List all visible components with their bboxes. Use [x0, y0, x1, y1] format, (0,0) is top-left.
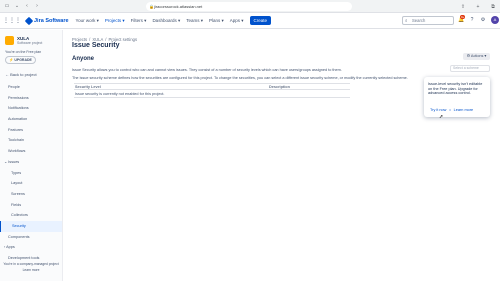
project-avatar [5, 36, 14, 45]
sidebar-item-workflows[interactable]: Workflows [0, 146, 62, 157]
top-right-actions: 🔔 9+ ? ⚙ A [458, 15, 499, 24]
mouse-cursor-icon: ➚ [439, 114, 444, 120]
sidebar-item-issues[interactable]: ⌄ Issues [0, 157, 62, 168]
url-bar[interactable]: 🔒 jiracorssurock.atlassian.net [146, 2, 352, 11]
popup-learn-more-link[interactable]: Learn more [454, 108, 473, 112]
sidebar-item-features[interactable]: Features [0, 125, 62, 136]
sidebar-item-people[interactable]: People [0, 82, 62, 93]
actions-label: Actions ▾ [470, 54, 487, 58]
sidebar-item-components[interactable]: Components [0, 232, 62, 243]
actions-button[interactable]: ⚙ Actions ▾ [463, 53, 490, 60]
sidebar-icon[interactable]: ▭ [4, 3, 10, 9]
notification-count: 9+ [460, 15, 466, 19]
table-row: Issue security is currently not enabled … [74, 90, 350, 98]
select-scheme-dropdown[interactable]: Select a scheme [450, 65, 490, 72]
forward-icon[interactable]: › [34, 3, 40, 9]
sidebar-item-apps[interactable]: › Apps [0, 242, 62, 253]
notifications-icon[interactable]: 🔔 9+ [458, 15, 466, 23]
help-icon[interactable]: ? [469, 17, 475, 23]
security-levels-table: Security Level Description Issue securit… [74, 83, 350, 98]
add-tab-icon[interactable]: + [475, 4, 481, 10]
browser-toolbar: ▭ ⌄ ‹ › ◐ 🔒 jiracorssurock.atlassian.net… [0, 0, 500, 13]
sidebar-item-types[interactable]: Types [0, 168, 62, 179]
dot-separator: • [449, 108, 451, 112]
popup-links: Try it now • Learn more [430, 108, 473, 112]
app-switcher-icon[interactable]: ⋮⋮⋮ [3, 17, 21, 24]
tab-icon[interactable]: ⌄ [14, 3, 20, 9]
sidebar-item-collectors[interactable]: Collectors [0, 210, 62, 221]
nav-teams[interactable]: Teams ▾ [186, 18, 203, 24]
lock-icon: 🔒 [149, 4, 154, 9]
jira-mark-icon [24, 16, 34, 25]
sidebar-item-permissions[interactable]: Permissions [0, 93, 62, 104]
description-text: Issue Security allows you to control who… [72, 68, 342, 72]
browser-right-controls: ⇧ + ⧉ [456, 0, 496, 13]
free-plan-text: You're on the Free plan [5, 50, 42, 54]
sidebar-item-fields[interactable]: Fields [0, 200, 62, 211]
popup-text: Issue-level security isn't editable on t… [428, 82, 483, 96]
search-input[interactable]: ⌕ Search [402, 16, 454, 25]
scheme-description-text: The issue security scheme defines how th… [72, 76, 408, 80]
upgrade-button[interactable]: ⚡ UPGRADE [5, 56, 36, 64]
nav-your-work[interactable]: Your work ▾ [76, 18, 99, 24]
sidebar-item-security[interactable]: Security [0, 220, 62, 232]
sidebar-footer: You're in a company-managed project Lear… [0, 262, 62, 272]
sidebar-item-toolchain[interactable]: Toolchain [0, 135, 62, 146]
sidebar-item-screens[interactable]: Screens [0, 189, 62, 200]
search-icon: ⌕ [405, 18, 408, 23]
settings-nav: People Permissions Notifications Automat… [0, 82, 62, 264]
upgrade-popup: Issue-level security isn't editable on t… [424, 77, 490, 117]
create-button[interactable]: Create [249, 16, 272, 25]
project-type: Software project [17, 41, 43, 45]
jira-top-nav: ⋮⋮⋮ Jira Software Your work ▾ Projects ▾… [0, 13, 500, 29]
tabs-icon[interactable]: ⧉ [490, 4, 496, 10]
try-it-now-link[interactable]: Try it now [430, 108, 446, 112]
project-sidebar: XULA Software project You're on the Free… [0, 30, 63, 281]
nav-filters[interactable]: Filters ▾ [131, 18, 147, 24]
nav-projects[interactable]: Projects ▾ [105, 18, 125, 24]
col-description: Description [269, 85, 290, 89]
scheme-name: Anyone [72, 56, 95, 62]
upgrade-label: UPGRADE [14, 58, 32, 62]
settings-icon[interactable]: ⚙ [480, 17, 486, 23]
user-avatar[interactable]: A [491, 16, 499, 24]
url-text: jiracorssurock.atlassian.net [154, 4, 203, 9]
sidebar-item-automation[interactable]: Automation [0, 114, 62, 125]
sidebar-item-layout[interactable]: Layout [0, 178, 62, 189]
brand-name: Jira Software [34, 17, 69, 24]
search-placeholder: Search [412, 18, 426, 23]
back-label: Back to project [10, 72, 37, 77]
project-header: XULA Software project [5, 36, 42, 45]
page-title: Issue Security [72, 42, 120, 49]
col-security-level: Security Level [75, 85, 101, 89]
nav-plans[interactable]: Plans ▾ [209, 18, 224, 24]
sidebar-learn-more-link[interactable]: Learn more [0, 268, 62, 272]
back-icon[interactable]: ‹ [24, 3, 30, 9]
share-icon[interactable]: ⇧ [460, 4, 466, 10]
jira-logo[interactable]: Jira Software [24, 16, 69, 25]
back-to-project-link[interactable]: ← Back to project [5, 72, 37, 77]
sidebar-item-notifications[interactable]: Notifications [0, 103, 62, 114]
primary-nav: Your work ▾ Projects ▾ Filters ▾ Dashboa… [76, 18, 244, 24]
nav-dashboards[interactable]: Dashboards ▾ [152, 18, 180, 24]
nav-apps[interactable]: Apps ▾ [230, 18, 244, 24]
company-managed-text: You're in a company-managed project [3, 262, 59, 266]
